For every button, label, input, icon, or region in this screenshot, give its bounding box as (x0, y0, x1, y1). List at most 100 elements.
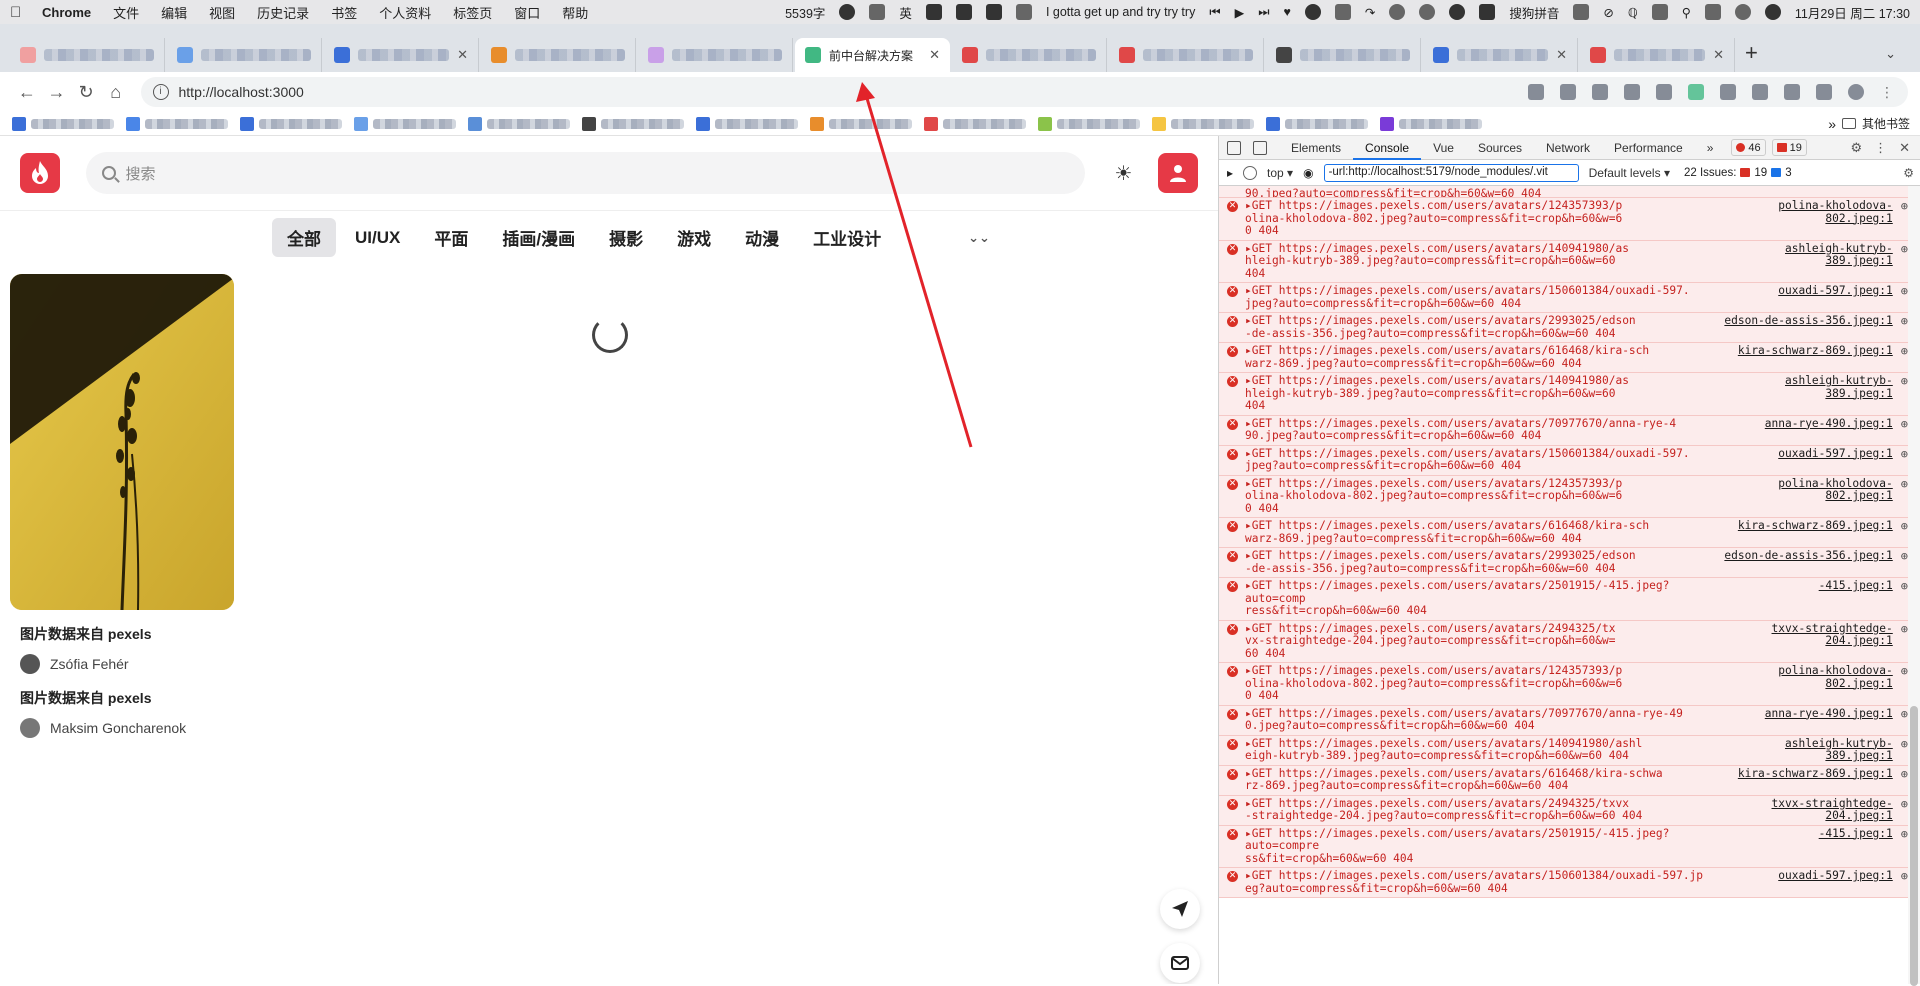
console-error-row[interactable]: ✕ ▸GET https://images.pexels.com/users/av… (1219, 445, 1908, 476)
home-button[interactable]: ⌂ (101, 82, 131, 103)
log-source-link[interactable]: ashleigh-kutryb-389.jpeg:1 (1721, 737, 1899, 763)
category-graphic[interactable]: 平面 (419, 218, 483, 257)
category-anime[interactable]: 动漫 (730, 218, 794, 257)
app-icon[interactable] (1334, 4, 1351, 20)
app-icon[interactable] (1449, 4, 1466, 20)
profile-avatar[interactable] (1848, 84, 1865, 100)
log-reveal-icon[interactable]: ⊕ (1901, 200, 1908, 238)
siri-icon[interactable] (1764, 4, 1781, 20)
app-icon[interactable] (985, 4, 1002, 20)
bookmark-item[interactable] (354, 116, 456, 131)
datetime[interactable]: 11月29日 周二 17:30 (1795, 3, 1910, 22)
site-logo[interactable] (20, 153, 60, 193)
address-bar[interactable]: i http://localhost:3000 ⋮ (140, 77, 1909, 107)
card-photo[interactable] (10, 274, 234, 610)
error-count-badge[interactable]: 46 (1731, 139, 1766, 156)
reload-button[interactable]: ↻ (71, 82, 101, 103)
inspect-element-icon[interactable] (1227, 140, 1241, 155)
console-error-row[interactable]: ✕ ▸GET https://images.pexels.com/users/av… (1219, 518, 1908, 548)
site-info-icon[interactable]: i (152, 84, 169, 100)
log-source-link[interactable]: txvx-straightedge-204.jpeg:1 (1721, 622, 1899, 661)
log-source-link[interactable]: ashleigh-kutryb-389.jpeg:1 (1721, 242, 1899, 281)
console-settings-gear-icon[interactable]: ⚙ (1903, 166, 1914, 180)
log-reveal-icon[interactable]: ⊕ (1901, 767, 1908, 793)
image-card[interactable]: 图片数据来自 pexels Zsófia Fehér 图片数据来自 pexels… (10, 274, 234, 738)
app-icon[interactable] (955, 4, 972, 20)
log-reveal-icon[interactable]: ⊕ (1901, 797, 1908, 823)
battery-icon[interactable] (1573, 4, 1590, 20)
log-source-link[interactable]: -415.jpeg:1 (1721, 827, 1899, 866)
log-reveal-icon[interactable]: ⊕ (1901, 520, 1908, 545)
log-source-link[interactable]: ashleigh-kutryb-389.jpeg:1 (1721, 374, 1899, 413)
log-reveal-icon[interactable]: ⊕ (1901, 870, 1908, 895)
scrollbar-thumb[interactable] (1910, 706, 1918, 986)
browser-tab[interactable] (167, 38, 322, 72)
share-icon[interactable] (1560, 84, 1577, 100)
console-error-row[interactable]: ✕ ▸GET https://images.pexels.com/users/av… (1219, 343, 1908, 373)
log-source-link[interactable]: ouxadi-597.jpeg:1 (1721, 869, 1899, 895)
log-reveal-icon[interactable]: ⊕ (1901, 447, 1908, 473)
console-error-row[interactable]: ✕ ▸GET https://images.pexels.com/users/av… (1219, 620, 1908, 663)
extension-icon[interactable] (1656, 84, 1673, 100)
card-author[interactable]: Zsófia Fehér (20, 654, 234, 674)
bookmark-item[interactable] (12, 116, 114, 131)
console-error-row[interactable]: ✕ ▸GET https://images.pexels.com/users/av… (1219, 198, 1908, 241)
device-toolbar-icon[interactable] (1253, 140, 1267, 155)
bookmark-item[interactable] (810, 116, 912, 131)
log-reveal-icon[interactable]: ⊕ (1901, 737, 1908, 763)
console-error-row[interactable]: ✕ ▸GET https://images.pexels.com/users/av… (1219, 373, 1908, 416)
devtools-tab-vue[interactable]: Vue (1421, 136, 1466, 160)
settings-gear-icon[interactable]: ⚙ (1850, 140, 1862, 156)
back-button[interactable]: ← (12, 82, 42, 103)
other-bookmarks[interactable]: 其他书签 (1841, 115, 1910, 132)
menu-window[interactable]: 窗口 (514, 3, 540, 22)
menu-profiles[interactable]: 个人资料 (379, 3, 431, 22)
more-bookmarks-icon[interactable]: » (1828, 116, 1836, 132)
menu-file[interactable]: 文件 (113, 3, 139, 22)
console-error-row[interactable]: ✕ ▸GET https://images.pexels.com/users/av… (1219, 415, 1908, 446)
console-error-row[interactable]: ✕ ▸GET https://images.pexels.com/users/av… (1219, 663, 1908, 706)
wifi-off-icon[interactable]: ⊘ (1603, 5, 1613, 20)
log-source-link[interactable]: kira-schwarz-869.jpeg:1 (1721, 519, 1899, 545)
message-button[interactable] (1160, 943, 1200, 983)
log-reveal-icon[interactable]: ⊕ (1901, 550, 1908, 575)
user-button[interactable] (1158, 153, 1198, 193)
log-source-link[interactable]: ouxadi-597.jpeg:1 (1721, 284, 1899, 310)
browser-tab[interactable] (1109, 38, 1264, 72)
devtools-tab-sources[interactable]: Sources (1466, 136, 1534, 160)
app-icon[interactable] (1304, 4, 1321, 20)
console-error-row[interactable]: ✕ ▸GET https://images.pexels.com/users/av… (1219, 475, 1908, 518)
bolt-icon[interactable]: ↷ (1365, 5, 1375, 20)
log-source-link[interactable]: kira-schwarz-869.jpeg:1 (1721, 767, 1899, 793)
console-error-row[interactable]: ✕ ▸GET https://images.pexels.com/users/av… (1219, 825, 1908, 868)
log-reveal-icon[interactable]: ⊕ (1901, 477, 1908, 516)
close-tab-icon[interactable]: ✕ (457, 47, 468, 63)
bookmark-item[interactable] (240, 116, 342, 131)
category-game[interactable]: 游戏 (662, 218, 726, 257)
card-author[interactable]: Maksim Goncharenok (20, 718, 234, 738)
browser-tab[interactable] (10, 38, 165, 72)
log-levels-dropdown[interactable]: Default levels ▾ (1589, 166, 1670, 180)
log-source-link[interactable]: ouxadi-597.jpeg:1 (1721, 447, 1899, 473)
bookmark-item[interactable] (1380, 116, 1482, 131)
console-error-row[interactable]: ✕ ▸GET https://images.pexels.com/users/av… (1219, 548, 1908, 578)
devtools-tab-elements[interactable]: Elements (1279, 136, 1353, 160)
log-source-link[interactable]: anna-rye-490.jpeg:1 (1721, 707, 1899, 733)
bluetooth-icon[interactable]: ℚ (1628, 5, 1638, 20)
log-source-link[interactable]: polina-kholodova-802.jpeg:1 (1721, 477, 1899, 516)
close-devtools-icon[interactable]: ✕ (1899, 140, 1910, 156)
star-icon[interactable] (1592, 84, 1609, 100)
bookmark-item[interactable] (1038, 116, 1140, 131)
extension-icon[interactable] (1752, 84, 1769, 100)
category-photography[interactable]: 摄影 (594, 218, 658, 257)
now-playing-song[interactable]: I gotta get up and try try try (1046, 5, 1195, 19)
browser-tab[interactable] (638, 38, 793, 72)
menu-edit[interactable]: 编辑 (161, 3, 187, 22)
log-reveal-icon[interactable]: ⊕ (1901, 707, 1908, 733)
menu-view[interactable]: 视图 (209, 3, 235, 22)
log-source-link[interactable]: polina-kholodova-802.jpeg:1 (1721, 664, 1899, 703)
emoji-icon[interactable] (839, 4, 856, 20)
translate-icon[interactable] (1528, 84, 1545, 100)
vue-devtools-icon[interactable] (1688, 84, 1705, 100)
context-selector[interactable]: top ▾ (1267, 166, 1293, 180)
